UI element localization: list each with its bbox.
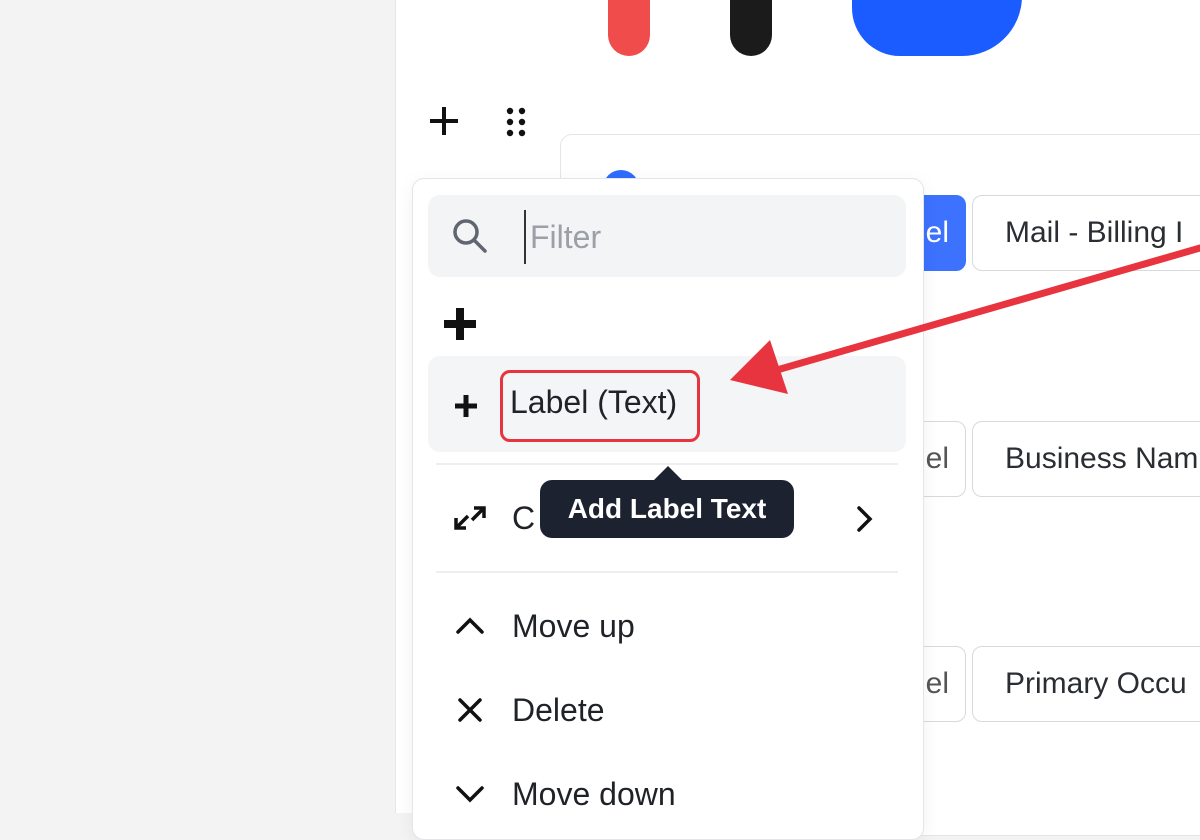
field-value-business-name[interactable]: Business Nam <box>972 421 1200 497</box>
logo-shape-black <box>730 0 772 56</box>
add-block-icon[interactable] <box>427 104 461 138</box>
side-background <box>0 0 395 813</box>
menu-item-move-down[interactable]: Move down <box>512 776 676 813</box>
field-value-billing[interactable]: Mail - Billing I <box>972 195 1200 271</box>
plus-icon <box>455 395 477 417</box>
chevron-down-icon <box>456 786 484 803</box>
menu-item-move-up[interactable]: Move up <box>512 608 635 645</box>
menu-item-delete[interactable]: Delete <box>512 692 605 729</box>
search-icon <box>453 219 487 253</box>
field-value-primary-occupation[interactable]: Primary Occu <box>972 646 1200 722</box>
drag-handle-icon[interactable] <box>502 105 530 139</box>
add-icon <box>444 308 476 340</box>
chevron-up-icon <box>456 617 484 634</box>
convert-icon <box>454 506 486 530</box>
tooltip-pointer <box>654 466 682 480</box>
menu-item-convert-label[interactable]: C <box>512 500 535 537</box>
logo-shape-red <box>608 0 650 56</box>
tooltip: Add Label Text <box>540 480 794 538</box>
chevron-right-icon <box>857 506 873 532</box>
menu-divider <box>436 571 898 573</box>
close-icon <box>458 698 482 722</box>
annotation-highlight-box <box>500 370 700 442</box>
menu-divider <box>436 463 898 465</box>
filter-input[interactable] <box>524 210 892 264</box>
